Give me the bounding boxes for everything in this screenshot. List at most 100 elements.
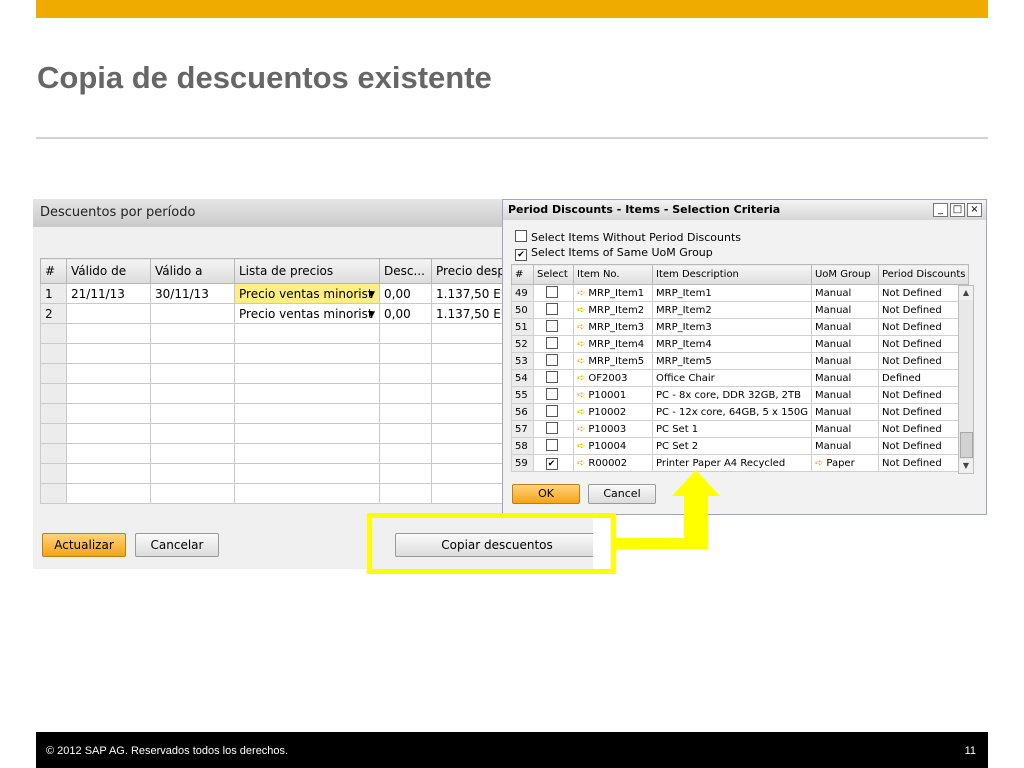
table-row[interactable] <box>40 403 515 424</box>
cancel-button[interactable]: Cancel <box>588 484 656 504</box>
cancel-button[interactable]: Cancelar <box>135 533 219 557</box>
table-cell[interactable] <box>66 323 151 344</box>
select-cell[interactable]: ✔ <box>533 454 574 472</box>
link-arrow-icon[interactable]: ➪ <box>577 356 585 367</box>
period-discounts-cell[interactable]: Not Defined <box>877 335 970 353</box>
price-list-cell[interactable] <box>234 443 380 464</box>
table-row[interactable]: 2 ▼ Precio ventas minorist 0,00 1.137,50 EU <box>40 303 515 324</box>
table-row[interactable]: 50 ➪ MRP_Item2 MRP_Item2 Manual Not Defined <box>511 301 970 319</box>
table-cell[interactable] <box>379 363 432 384</box>
table-row[interactable] <box>40 343 515 364</box>
table-row[interactable]: 59 ✔ ➪ R00002 Printer Paper A4 Recycled ➪ Pape… <box>511 454 970 472</box>
select-cell[interactable] <box>533 318 574 336</box>
checkbox-row-same-uom[interactable]: ✔ Select Items of Same UoM Group <box>515 246 713 261</box>
item-description-cell[interactable]: Printer Paper A4 Recycled <box>652 454 812 472</box>
table-cell[interactable] <box>66 363 151 384</box>
link-arrow-icon[interactable]: ➪ <box>577 373 585 384</box>
checkbox[interactable] <box>545 320 558 332</box>
link-arrow-icon[interactable]: ➪ <box>577 288 585 299</box>
item-description-cell[interactable]: MRP_Item5 <box>652 352 812 370</box>
price-list-cell[interactable] <box>234 343 380 364</box>
scrollbar[interactable]: ▲ ▼ <box>958 285 974 474</box>
table-row[interactable]: 52 ➪ MRP_Item4 MRP_Item4 Manual Not Defined <box>511 335 970 353</box>
item-no-cell[interactable]: ➪ OF2003 <box>573 369 653 387</box>
uom-group-cell[interactable]: Manual <box>810 284 879 302</box>
period-discounts-cell[interactable]: Not Defined <box>877 352 970 370</box>
table-cell[interactable] <box>66 463 151 484</box>
maximize-icon[interactable]: □ <box>950 203 965 217</box>
select-cell[interactable] <box>533 335 574 353</box>
item-description-cell[interactable]: MRP_Item4 <box>652 335 812 353</box>
table-row[interactable] <box>40 443 515 464</box>
table-row[interactable] <box>40 383 515 404</box>
table-cell[interactable]: 30/11/13 <box>150 283 235 304</box>
price-list-cell[interactable]: ▼ Precio ventas minorist <box>234 283 380 304</box>
table-cell[interactable] <box>379 323 432 344</box>
table-cell[interactable]: 0,00 <box>379 303 432 324</box>
table-cell[interactable]: 21/11/13 <box>66 283 151 304</box>
table-cell[interactable] <box>66 443 151 464</box>
uom-group-cell[interactable]: Manual <box>810 301 879 319</box>
table-row[interactable] <box>40 323 515 344</box>
table-row[interactable]: 58 ➪ P10004 PC Set 2 Manual Not Defined <box>511 437 970 455</box>
column-header[interactable]: Lista de precios <box>234 258 380 284</box>
table-cell[interactable] <box>150 423 235 444</box>
link-arrow-icon[interactable]: ➪ <box>577 424 585 435</box>
table-row[interactable]: 51 ➪ MRP_Item3 MRP_Item3 Manual Not Defined <box>511 318 970 336</box>
select-cell[interactable] <box>533 301 574 319</box>
checkbox[interactable] <box>545 405 558 417</box>
period-discounts-cell[interactable]: Not Defined <box>877 386 970 404</box>
table-cell[interactable] <box>150 463 235 484</box>
uom-group-cell[interactable]: Manual <box>810 403 879 421</box>
select-cell[interactable] <box>533 369 574 387</box>
uom-group-cell[interactable]: Manual <box>810 318 879 336</box>
table-row[interactable]: 57 ➪ P10003 PC Set 1 Manual Not Defined <box>511 420 970 438</box>
table-row[interactable] <box>40 463 515 484</box>
item-no-cell[interactable]: ➪ MRP_Item3 <box>573 318 653 336</box>
table-cell[interactable] <box>66 303 151 324</box>
uom-group-cell[interactable]: Manual <box>810 437 879 455</box>
item-no-cell[interactable]: ➪ P10003 <box>573 420 653 438</box>
table-cell[interactable] <box>379 463 432 484</box>
item-description-cell[interactable]: PC Set 2 <box>652 437 812 455</box>
checkbox[interactable] <box>545 388 558 400</box>
item-no-cell[interactable]: ➪ MRP_Item1 <box>573 284 653 302</box>
column-header[interactable]: # <box>511 264 534 285</box>
table-row[interactable]: 53 ➪ MRP_Item5 MRP_Item5 Manual Not Defined <box>511 352 970 370</box>
update-button[interactable]: Actualizar <box>42 533 126 557</box>
period-discounts-cell[interactable]: Not Defined <box>877 420 970 438</box>
item-description-cell[interactable]: PC - 8x core, DDR 32GB, 2TB <box>652 386 812 404</box>
column-header[interactable]: Item Description <box>652 264 812 285</box>
price-list-cell[interactable] <box>234 403 380 424</box>
item-no-cell[interactable]: ➪ P10001 <box>573 386 653 404</box>
table-cell[interactable] <box>66 423 151 444</box>
item-no-cell[interactable]: ➪ MRP_Item4 <box>573 335 653 353</box>
link-arrow-icon[interactable]: ➪ <box>577 390 585 401</box>
link-arrow-icon[interactable]: ➪ <box>577 322 585 333</box>
uom-group-cell[interactable]: ➪ Paper <box>810 454 879 472</box>
price-list-cell[interactable] <box>234 483 380 504</box>
period-discounts-cell[interactable]: Not Defined <box>877 284 970 302</box>
item-no-cell[interactable]: ➪ R00002 <box>573 454 653 472</box>
select-cell[interactable] <box>533 352 574 370</box>
select-cell[interactable] <box>533 420 574 438</box>
select-cell[interactable] <box>533 437 574 455</box>
table-cell[interactable] <box>150 303 235 324</box>
period-discounts-cell[interactable]: Not Defined <box>877 403 970 421</box>
checkbox[interactable] <box>545 422 558 434</box>
period-discounts-cell[interactable]: Not Defined <box>877 301 970 319</box>
table-row[interactable]: 56 ➪ P10002 PC - 12x core, 64GB, 5 x 150G Ma… <box>511 403 970 421</box>
table-cell[interactable] <box>379 483 432 504</box>
checkbox[interactable] <box>545 371 558 383</box>
item-no-cell[interactable]: ➪ MRP_Item2 <box>573 301 653 319</box>
table-cell[interactable] <box>150 483 235 504</box>
table-cell[interactable] <box>66 483 151 504</box>
link-arrow-icon[interactable]: ➪ <box>577 305 585 316</box>
scroll-thumb[interactable] <box>960 432 973 458</box>
uom-group-cell[interactable]: Manual <box>810 352 879 370</box>
table-cell[interactable] <box>66 343 151 364</box>
uom-group-cell[interactable]: Manual <box>810 420 879 438</box>
table-cell[interactable] <box>150 443 235 464</box>
item-description-cell[interactable]: PC Set 1 <box>652 420 812 438</box>
column-header[interactable]: UoM Group <box>810 264 879 285</box>
